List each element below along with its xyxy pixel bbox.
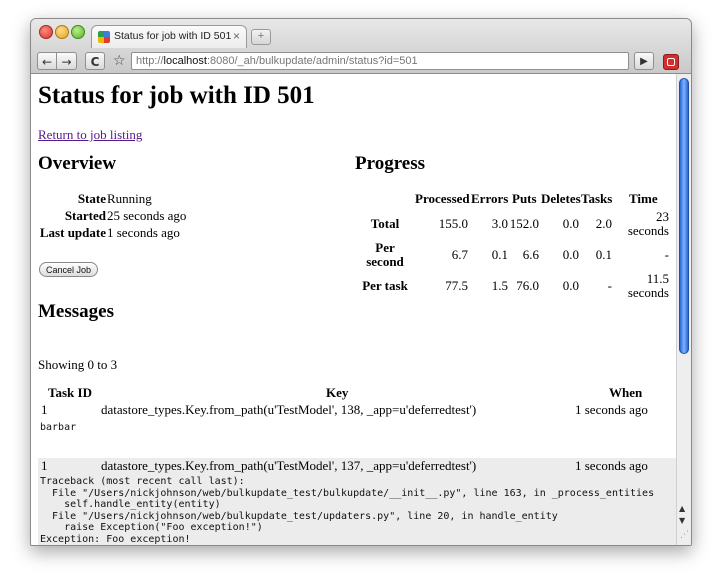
progress-time-unit: seconds — [627, 223, 669, 238]
overview-started-label: Started — [64, 208, 106, 223]
overview-last-update-label: Last update — [39, 225, 106, 240]
new-tab-button[interactable]: + — [251, 29, 271, 45]
browser-tab[interactable]: Status for job with ID 501 × — [91, 25, 247, 48]
progress-col-deletes: Deletes — [541, 191, 581, 206]
window-zoom-button[interactable] — [71, 25, 85, 39]
overview-state-value: Running — [107, 191, 152, 206]
bookmark-star-icon[interactable]: ☆ — [113, 53, 126, 69]
vertical-scrollbar[interactable]: ▲ ▼ ⋰ — [676, 74, 691, 545]
message-key: datastore_types.Key.from_path(u'TestMode… — [101, 402, 477, 417]
message-when: 1 seconds ago — [575, 458, 648, 473]
stop-icon[interactable] — [663, 54, 679, 70]
message-task-id: 1 — [41, 458, 48, 473]
progress-col-processed: Processed — [415, 191, 470, 206]
message-detail: barbar — [40, 422, 77, 433]
messages-heading: Messages — [38, 301, 114, 322]
back-button[interactable]: ← — [37, 52, 57, 70]
message-traceback: Traceback (most recent call last): File … — [40, 476, 655, 545]
return-to-job-listing-link[interactable]: Return to job listing — [38, 127, 142, 143]
favicon-icon — [98, 31, 110, 43]
progress-time-unit: seconds — [627, 285, 669, 300]
forward-button[interactable]: → — [57, 52, 77, 70]
progress-col-tasks: Tasks — [581, 191, 613, 206]
table-row: 1 datastore_types.Key.from_path(u'TestMo… — [38, 458, 676, 474]
url-scheme: http:// — [136, 55, 164, 67]
progress-row-label: second — [366, 254, 404, 269]
progress-cell: 0.0 — [562, 278, 579, 293]
messages-col-key: Key — [326, 385, 349, 400]
overview-started-value: 25 seconds ago — [107, 208, 187, 223]
message-task-id: 1 — [41, 402, 48, 417]
progress-cell: 152.0 — [509, 216, 539, 231]
progress-col-errors: Errors — [471, 191, 509, 206]
window-minimize-button[interactable] — [55, 25, 69, 39]
resize-grip-icon[interactable]: ⋰ — [680, 530, 689, 540]
progress-col-time: Time — [629, 191, 658, 206]
progress-cell: 0.0 — [562, 216, 579, 231]
overview-last-update-value: 1 seconds ago — [107, 225, 180, 240]
page-content: Status for job with ID 501 Return to job… — [31, 74, 676, 545]
progress-cell: 6.7 — [451, 247, 468, 262]
progress-time-value: - — [664, 247, 669, 262]
messages-col-when: When — [609, 385, 643, 400]
progress-row-label: Total — [370, 216, 400, 231]
progress-cell: 3.0 — [491, 216, 508, 231]
progress-cell: 77.5 — [445, 278, 468, 293]
progress-row-label: Per task — [362, 278, 408, 293]
url-host: localhost — [163, 55, 207, 67]
progress-cell: 76.0 — [516, 278, 539, 293]
scrollbar-thumb[interactable] — [679, 78, 689, 354]
progress-col-puts: Puts — [512, 191, 537, 206]
progress-cell: 2.0 — [595, 216, 612, 231]
tab-title: Status for job with ID 501 — [114, 30, 232, 42]
browser-window: Status for job with ID 501 × + ← → C ☆ h… — [30, 18, 692, 546]
progress-cell: 155.0 — [438, 216, 468, 231]
table-row: 1 datastore_types.Key.from_path(u'TestMo… — [38, 402, 676, 418]
toolbar: ← → C ☆ http://localhost:8080/_ah/bulkup… — [31, 49, 691, 73]
window-close-button[interactable] — [39, 25, 53, 39]
progress-cell: 0.1 — [491, 247, 508, 262]
page-title: Status for job with ID 501 — [38, 82, 315, 109]
scroll-up-icon[interactable]: ▲ — [679, 504, 685, 513]
progress-cell: - — [607, 278, 612, 293]
tab-close-icon[interactable]: × — [233, 29, 240, 43]
url-path: :8080/_ah/bulkupdate/admin/status?id=501 — [206, 55, 418, 67]
overview-heading: Overview — [38, 153, 117, 174]
progress-cell: 6.6 — [522, 247, 539, 262]
scroll-down-icon[interactable]: ▼ — [679, 516, 685, 525]
progress-cell: 0.1 — [595, 247, 612, 262]
progress-cell: 1.5 — [491, 278, 508, 293]
message-key: datastore_types.Key.from_path(u'TestMode… — [101, 458, 477, 473]
browser-chrome: Status for job with ID 501 × + ← → C ☆ h… — [31, 19, 691, 74]
overview-state-label: State — [77, 191, 106, 206]
cancel-job-button[interactable]: Cancel Job — [39, 262, 99, 277]
messages-col-task-id: Task ID — [48, 385, 92, 400]
reload-button[interactable]: C — [85, 52, 105, 70]
message-when: 1 seconds ago — [575, 402, 648, 417]
progress-heading: Progress — [355, 153, 426, 174]
go-button[interactable]: ▶ — [634, 52, 654, 70]
progress-cell: 0.0 — [562, 247, 579, 262]
address-bar[interactable]: http://localhost:8080/_ah/bulkupdate/adm… — [131, 52, 629, 70]
showing-count: Showing 0 to 3 — [38, 357, 118, 372]
